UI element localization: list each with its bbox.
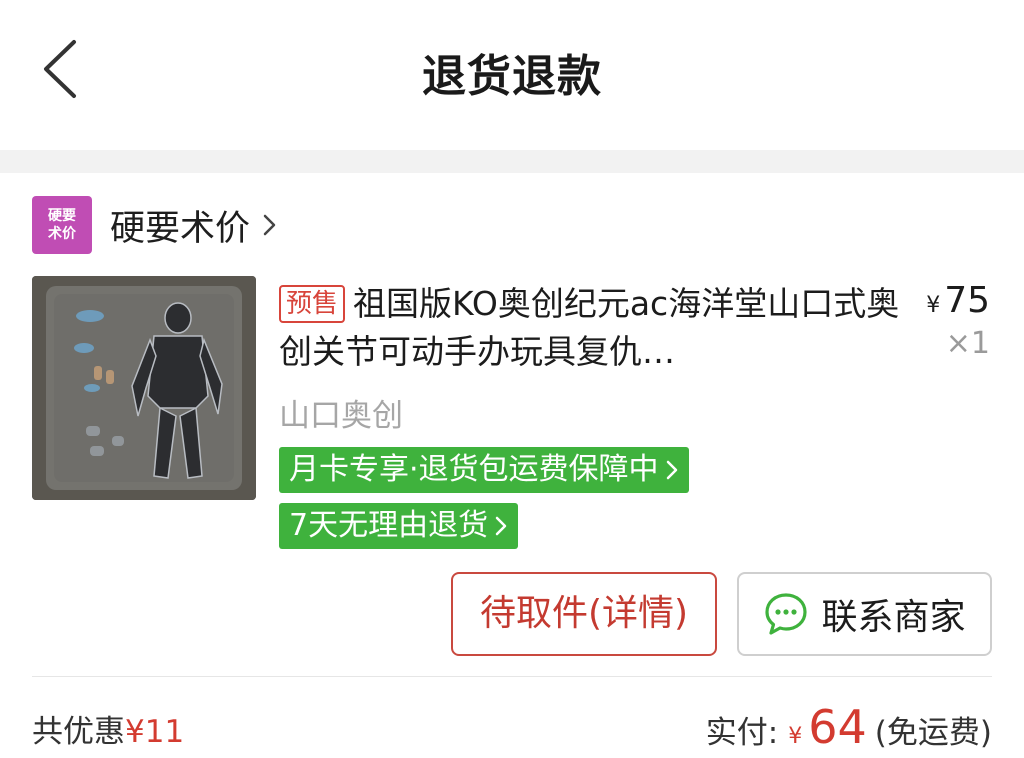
shop-logo: 硬要 术价 [32,196,92,254]
page-title: 退货退款 [422,51,602,102]
paid-amount: 64 [808,700,867,754]
paid-summary: 实付: ¥ 64 (免运费) [706,700,992,754]
discount-amount: ¥11 [125,714,185,750]
tag-label: 7天无理由退货 [289,508,489,543]
price-value: 75 [944,280,990,321]
pickup-detail-button[interactable]: 待取件(详情) [451,572,717,656]
product-quantity: ×1 [945,326,990,361]
contact-seller-button[interactable]: 联系商家 [737,572,992,656]
shop-name[interactable]: 硬要术价 [110,200,250,251]
chevron-right-icon [495,516,507,536]
contact-seller-label: 联系商家 [821,597,966,638]
discount-summary: 共优惠¥11 [32,706,184,751]
paid-currency: ¥ [788,724,803,749]
divider [32,676,992,677]
paid-label: 实付: [705,715,779,751]
chevron-right-icon [666,460,677,480]
tag-label: 月卡专享·退货包运费保障中 [289,452,659,487]
product-spec: 山口奥创 [279,398,403,434]
shipping-note: (免运费) [874,715,992,751]
product-price: ¥75 [926,280,990,321]
chevron-right-icon[interactable] [262,213,278,237]
presale-badge: 预售 [279,285,346,323]
seven-day-return-tag[interactable]: 7天无理由退货 [279,503,519,549]
shop-logo-line1: 硬要 [48,208,76,224]
shop-logo-line2: 术价 [48,226,76,242]
shop-header[interactable]: 硬要 术价 硬要术价 [32,196,278,254]
product-image[interactable] [32,276,256,500]
discount-label: 共优惠 [32,714,125,750]
nav-bar: 退货退款 [0,0,1024,150]
price-currency: ¥ [926,293,941,318]
product-title-text: 祖国版KO奥创纪元ac海洋堂山口式奥创关节可动手办玩具复仇… [279,284,900,371]
return-shipping-guarantee-tag[interactable]: 月卡专享·退货包运费保障中 [279,447,689,493]
product-title[interactable]: 预售 祖国版KO奥创纪元ac海洋堂山口式奥创关节可动手办玩具复仇… [279,280,909,376]
section-divider [0,150,1024,173]
chat-bubble-icon [765,593,808,635]
